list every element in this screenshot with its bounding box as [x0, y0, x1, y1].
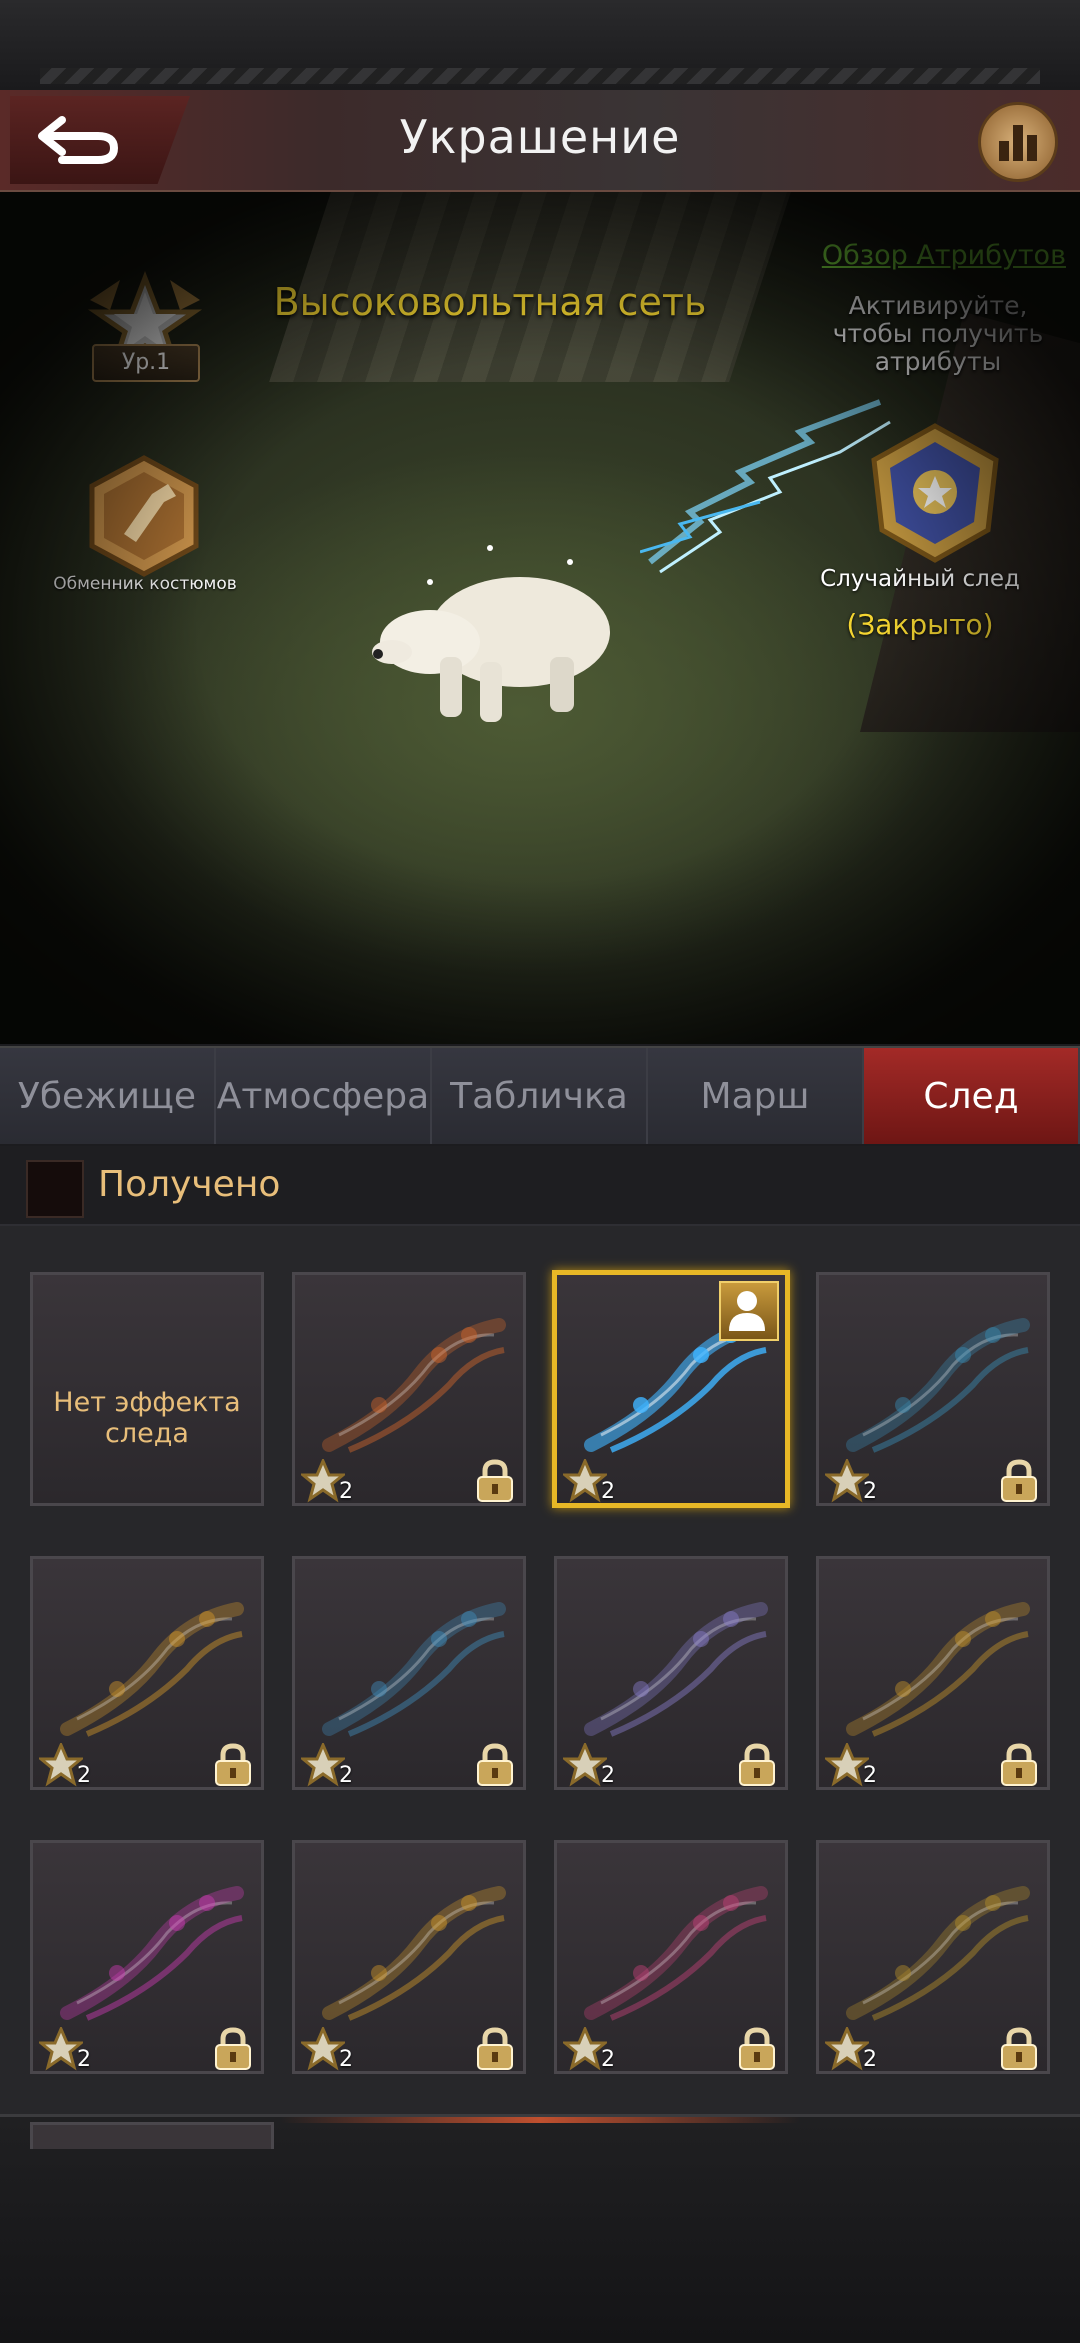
trail-tile[interactable]: 2: [292, 1272, 526, 1506]
lotus-trail-icon: [322, 1886, 506, 2021]
frame-stripe: [40, 68, 1040, 84]
effect-name: Высоковольтная сеть: [273, 280, 707, 324]
attributes-overview-link[interactable]: Обзор Атрибутов: [822, 240, 1066, 271]
sakura-trail-icon: [584, 1886, 768, 2021]
obtained-label: Получено: [98, 1164, 281, 1205]
no-trail-label: Нет эффекта следа: [53, 1387, 241, 1449]
snowflake-trail-icon: [846, 1318, 1030, 1453]
trail-tile[interactable]: 2: [816, 1840, 1050, 2074]
music-note-trail-icon: [846, 1602, 1030, 1737]
tab-nameplate[interactable]: Табличка: [432, 1048, 648, 1144]
polar-bear: [372, 545, 610, 722]
trail-tile[interactable]: 2: [292, 1840, 526, 2074]
obtained-filter-row: Получено: [0, 1146, 1080, 1226]
lock-icon: [215, 1743, 251, 1786]
trail-tile[interactable]: 2: [552, 1270, 790, 1508]
random-trail-icon[interactable]: [860, 420, 1010, 570]
sparkle-trail-icon: [846, 1886, 1030, 2021]
partial-tile[interactable]: [30, 2122, 274, 2149]
easter-egg-trail-icon: [60, 1602, 244, 1737]
tab-shelter[interactable]: Убежище: [0, 1048, 216, 1144]
top-frame: [0, 0, 1080, 93]
attributes-hint: Активируйте, чтобы получить атрибуты: [832, 291, 1044, 376]
obtained-checkbox[interactable]: [26, 1160, 84, 1218]
star-tier: 2: [863, 1763, 877, 1788]
trail-grid: Нет эффекта следа 2 2 2 2 2 2 2 2 2 2 2: [0, 1226, 1080, 2116]
trail-tile[interactable]: 2: [554, 1840, 788, 2074]
lock-icon: [477, 1743, 513, 1786]
star-tier: 2: [863, 2047, 877, 2072]
random-trail-status: (Закрыто): [846, 608, 994, 641]
level-label: Ур.1: [92, 344, 200, 382]
page-title: Украшение: [399, 110, 681, 164]
header: Украшение: [0, 90, 1080, 192]
tab-atmosphere[interactable]: Атмосфера: [216, 1048, 432, 1144]
lock-icon: [739, 1743, 775, 1786]
trail-tile[interactable]: 2: [816, 1272, 1050, 1506]
star-tier: 2: [863, 1479, 877, 1504]
trail-tile[interactable]: 2: [292, 1556, 526, 1790]
star-tier: 2: [601, 2047, 615, 2072]
star-tier: 2: [339, 1763, 353, 1788]
star-tier: 2: [77, 1763, 91, 1788]
star-tier: 2: [601, 1763, 615, 1788]
star-tier: 2: [339, 1479, 353, 1504]
lock-icon: [477, 2027, 513, 2070]
lock-icon: [739, 2027, 775, 2070]
costume-exchange-icon[interactable]: [82, 454, 206, 578]
star-tier: 2: [339, 2047, 353, 2072]
tab-trail[interactable]: След: [864, 1048, 1080, 1144]
lock-icon: [477, 1459, 513, 1502]
dragonfly-trail-icon: [584, 1602, 768, 1737]
lock-icon: [1001, 2027, 1037, 2070]
trail-tile[interactable]: 2: [554, 1556, 788, 1790]
preview-scene: Высоковольтная сеть Обзор Атрибутов Акти…: [0, 192, 1080, 1044]
star-tier: 2: [601, 1479, 615, 1504]
star-tier: 2: [77, 2047, 91, 2072]
category-tabs: Убежище Атмосфера Табличка Марш След: [0, 1046, 1080, 1144]
trail-tile[interactable]: 2: [30, 1840, 264, 2074]
trail-tile[interactable]: 2: [816, 1556, 1050, 1790]
feather-trail-icon: [322, 1602, 506, 1737]
bottom-accent: [280, 2117, 800, 2123]
random-trail-label: Случайный след: [820, 566, 1020, 592]
trail-tile[interactable]: Нет эффекта следа: [30, 1272, 264, 1506]
equipped-avatar-icon: [719, 1281, 779, 1341]
trail-tile[interactable]: 2: [30, 1556, 264, 1790]
lock-icon: [215, 2027, 251, 2070]
heart-trail-icon: [60, 1886, 244, 2021]
bar-chart-icon: [999, 125, 1037, 161]
lock-icon: [1001, 1459, 1037, 1502]
lock-icon: [1001, 1743, 1037, 1786]
tab-march[interactable]: Марш: [648, 1048, 864, 1144]
ranking-button[interactable]: [978, 102, 1058, 182]
costume-exchange-label: Обменник костюмов: [53, 574, 237, 594]
pumpkin-trail-icon: [322, 1318, 506, 1453]
